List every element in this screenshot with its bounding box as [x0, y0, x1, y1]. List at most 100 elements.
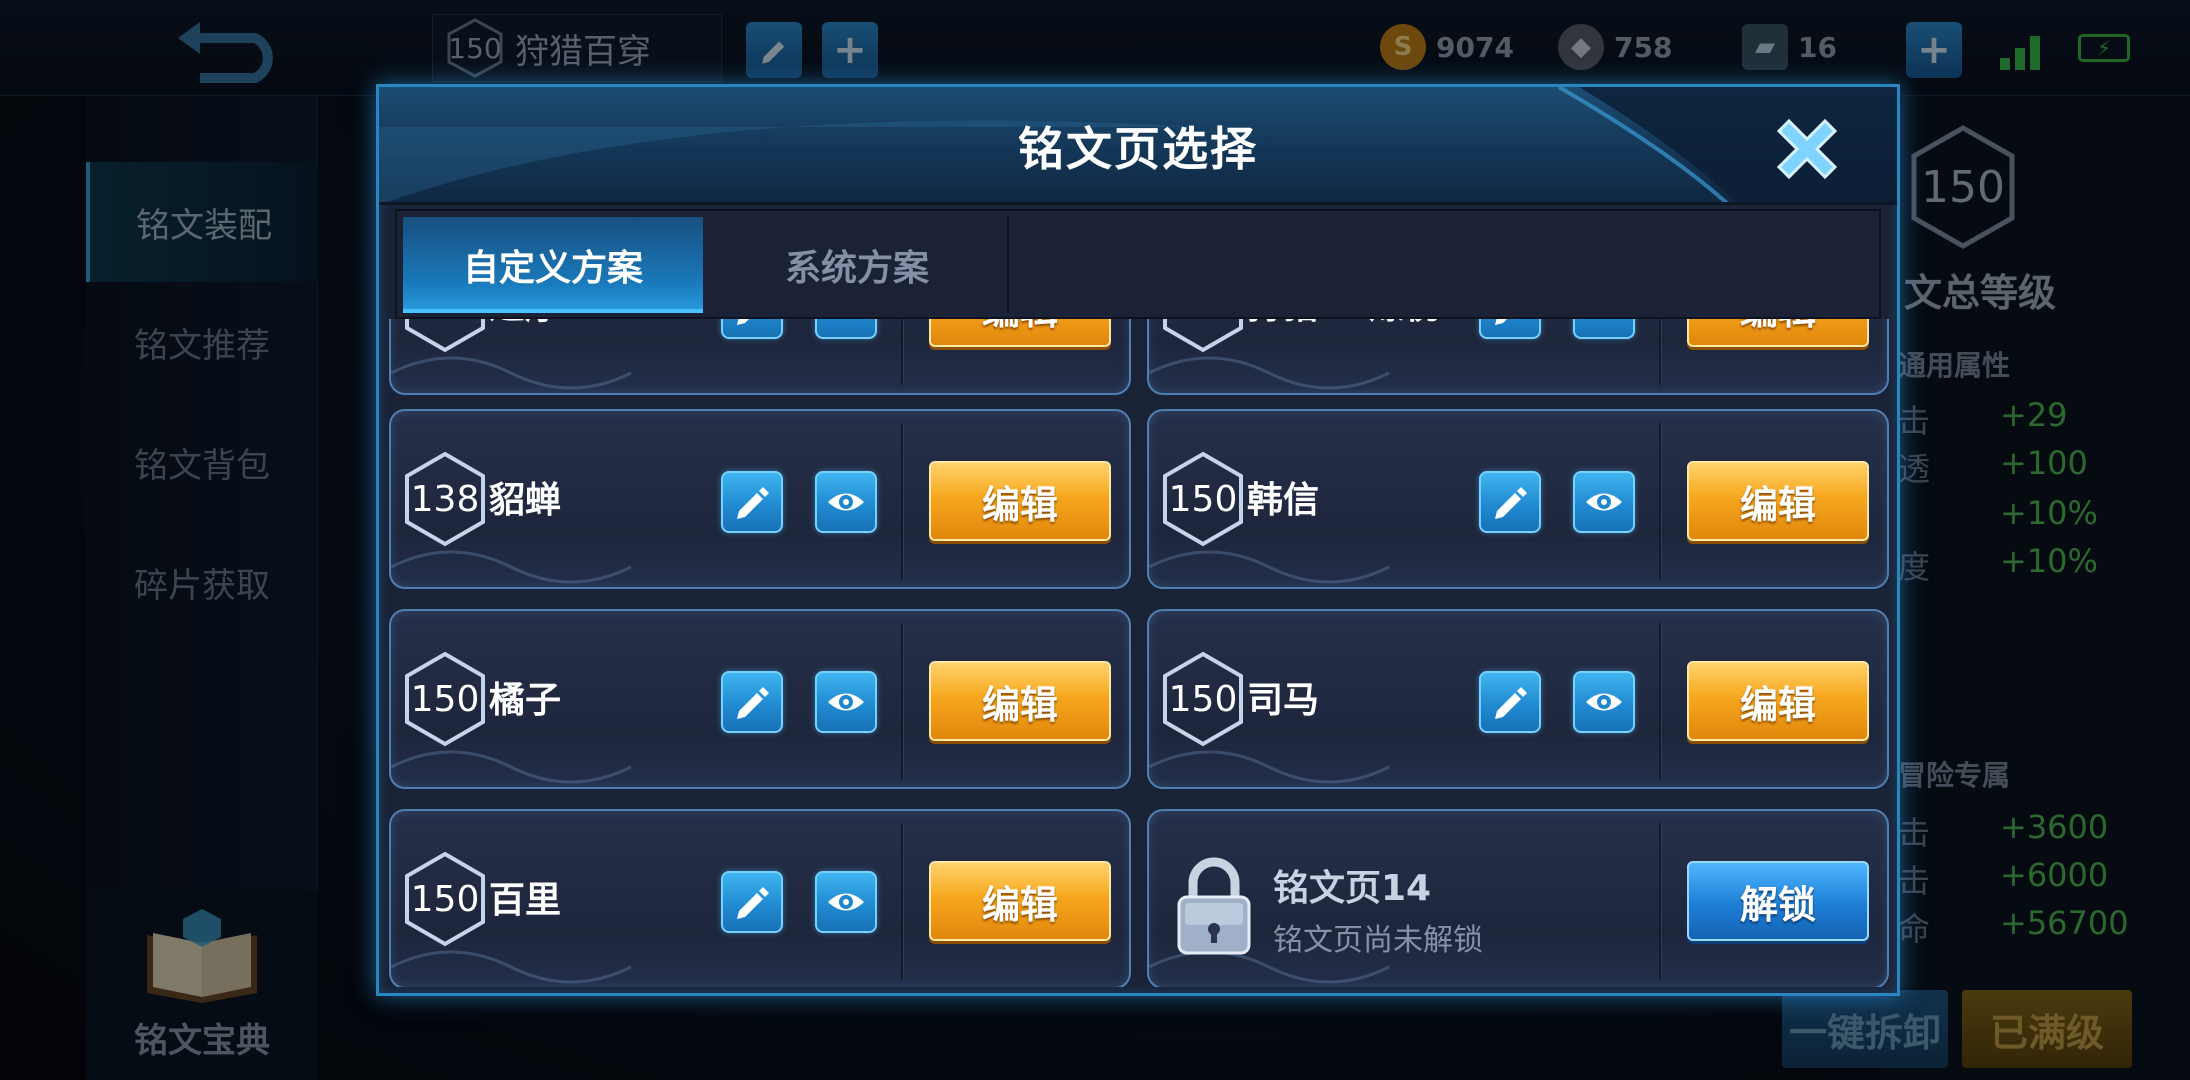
lock-icon — [1177, 857, 1251, 955]
page-level: 150 — [448, 31, 502, 65]
back-arrow-icon — [178, 22, 273, 83]
page-name: 司马 — [1247, 680, 1320, 721]
sidebar-item-codex[interactable]: 铭文宝典 — [86, 890, 318, 1080]
tab-bar: 自定义方案 系统方案 — [395, 209, 1881, 319]
rename-page-button[interactable] — [746, 22, 802, 78]
rename-page-button[interactable] — [1479, 671, 1541, 733]
preview-page-button[interactable] — [815, 319, 877, 339]
pencil-icon — [1495, 487, 1527, 519]
pencil-icon — [737, 687, 769, 719]
edit-button[interactable]: 编辑 — [929, 661, 1111, 741]
coupon-value: 16 — [1798, 30, 1837, 64]
stat-row: 击 +6000 — [1898, 856, 2109, 900]
dialog-header: 铭文页选择 — [379, 87, 1897, 205]
signal-icon — [2000, 30, 2050, 70]
unequip-all-button[interactable]: 一键拆卸 — [1782, 990, 1948, 1068]
page-level-badge: 138 — [403, 451, 487, 547]
rune-page-list: 150 达摩 编辑 150 狩猎36爆伤 编辑 138 貂蝉 — [389, 319, 1889, 987]
page-level-badge: 150 — [1161, 451, 1245, 547]
back-button[interactable] — [170, 18, 290, 88]
rename-page-button[interactable] — [721, 471, 783, 533]
tab-custom[interactable]: 自定义方案 — [403, 217, 703, 313]
page-level-badge: 150 — [403, 651, 487, 747]
tab-system[interactable]: 系统方案 — [707, 217, 1009, 313]
rename-page-button[interactable] — [1479, 319, 1541, 339]
page-name: 百里 — [489, 880, 562, 921]
preview-page-button[interactable] — [1573, 319, 1635, 339]
rune-page-select-dialog: 铭文页选择 自定义方案 系统方案 150 达摩 编辑 — [376, 84, 1900, 996]
total-level-badge: 150 — [1908, 124, 2018, 250]
recharge-button[interactable]: + — [1906, 22, 1962, 78]
pencil-icon — [737, 887, 769, 919]
stat-row: +10% — [2000, 494, 2098, 532]
edit-button[interactable]: 编辑 — [929, 861, 1111, 941]
unlock-button[interactable]: 解锁 — [1687, 861, 1869, 941]
sidebar-item-fragments[interactable]: 碎片获取 — [86, 522, 318, 642]
locked-rune-page-card[interactable]: 铭文页14 铭文页尚未解锁 解锁 — [1147, 809, 1889, 987]
pencil-icon — [737, 319, 749, 325]
dialog-title: 铭文页选择 — [1018, 122, 1258, 176]
page-name: 达摩 — [489, 319, 561, 329]
sidebar-item-equip[interactable]: 铭文装配 — [86, 162, 318, 282]
total-level: 150 — [1921, 161, 2005, 213]
edit-button[interactable]: 编辑 — [1687, 461, 1869, 541]
preview-page-button[interactable] — [1573, 671, 1635, 733]
edit-button[interactable]: 编辑 — [929, 461, 1111, 541]
page-level-badge: 150 — [403, 319, 487, 353]
page-level-badge: 150 — [445, 18, 505, 78]
rune-page-card[interactable]: 150 韩信 编辑 — [1147, 409, 1889, 589]
rune-page-card[interactable]: 150 百里 编辑 — [389, 809, 1131, 987]
top-bar: 150 狩猎百穿 + S 9074 ◆ 758 ▰ 16 + ⚡ — [0, 0, 2190, 96]
stat-row: 透 +100 — [1898, 444, 2088, 488]
sidebar-item-bag[interactable]: 铭文背包 — [86, 402, 318, 522]
book-icon — [147, 909, 257, 1003]
rename-page-button[interactable] — [1479, 471, 1541, 533]
pencil-icon — [1495, 687, 1527, 719]
stat-row: 击 +29 — [1898, 396, 2068, 440]
adventure-attr-title: 冒险专属 — [1898, 759, 2011, 792]
close-icon — [1776, 118, 1838, 180]
diamond-value: 758 — [1614, 30, 1673, 64]
page-name: 狩猎百穿 — [515, 31, 651, 72]
preview-page-button[interactable] — [1573, 471, 1635, 533]
page-name: 橘子 — [489, 680, 562, 721]
pencil-icon — [1495, 319, 1507, 325]
stat-row: 度 +10% — [1898, 542, 2098, 586]
page-name: 狩猎36爆伤 — [1247, 319, 1441, 329]
gold-counter: S 9074 — [1380, 24, 1514, 70]
rename-page-button[interactable] — [721, 671, 783, 733]
preview-page-button[interactable] — [815, 871, 877, 933]
eye-icon — [828, 493, 864, 511]
edit-button[interactable]: 编辑 — [1687, 319, 1869, 347]
rune-page-card[interactable]: 150 司马 编辑 — [1147, 609, 1889, 789]
codex-label: 铭文宝典 — [134, 1021, 270, 1061]
plus-icon: + — [1917, 27, 1951, 73]
eye-icon — [1586, 493, 1622, 511]
page-level-badge: 150 — [1161, 319, 1245, 353]
rune-page-card[interactable]: 150 橘子 编辑 — [389, 609, 1131, 789]
page-level-badge: 150 — [403, 851, 487, 947]
add-page-button[interactable]: + — [822, 22, 878, 78]
gold-coin-icon: S — [1380, 24, 1426, 70]
eye-icon — [1586, 693, 1622, 711]
stat-row: 击 +3600 — [1898, 808, 2109, 852]
rune-page-card[interactable]: 150 狩猎36爆伤 编辑 — [1147, 319, 1889, 395]
battery-icon: ⚡ — [2078, 34, 2130, 62]
rename-page-button[interactable] — [721, 319, 783, 339]
diamond-icon: ◆ — [1558, 24, 1604, 70]
gold-value: 9074 — [1436, 30, 1514, 64]
preview-page-button[interactable] — [815, 671, 877, 733]
rename-page-button[interactable] — [721, 871, 783, 933]
plus-icon: + — [833, 27, 867, 73]
eye-icon — [828, 693, 864, 711]
edit-button[interactable]: 编辑 — [929, 319, 1111, 347]
preview-page-button[interactable] — [815, 471, 877, 533]
rune-page-card[interactable]: 138 貂蝉 编辑 — [389, 409, 1131, 589]
sidebar-item-recommend[interactable]: 铭文推荐 — [86, 282, 318, 402]
close-button[interactable] — [1759, 101, 1855, 197]
rune-page-card[interactable]: 150 达摩 编辑 — [389, 319, 1131, 395]
maxed-button[interactable]: 已满级 — [1962, 990, 2132, 1068]
edit-button[interactable]: 编辑 — [1687, 661, 1869, 741]
current-page-chip[interactable]: 150 狩猎百穿 — [432, 14, 722, 82]
coupon-counter: ▰ 16 — [1742, 24, 1837, 70]
